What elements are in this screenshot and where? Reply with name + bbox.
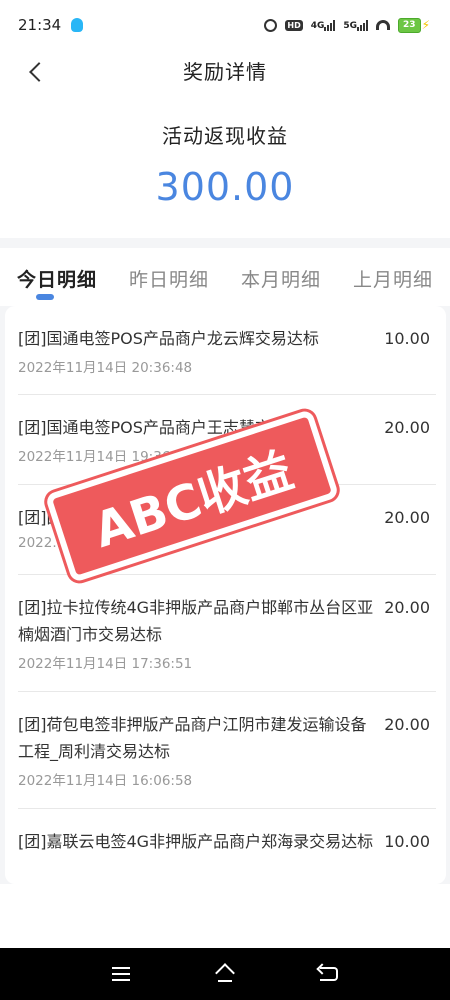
- tab-last-month[interactable]: 上月明细: [353, 265, 433, 292]
- record-amount: 10.00: [384, 832, 430, 851]
- list-item[interactable]: [团]荷包电签非押版产品商户江阴市建发运输设备工程_周利清交易达标 2022年1…: [18, 692, 436, 809]
- record-title: [团]国通电签POS产品商户龙云辉交易达标: [18, 329, 319, 348]
- record-amount: 10.00: [384, 329, 430, 348]
- record-amount: 20.00: [384, 715, 430, 734]
- summary-label: 活动返现收益: [162, 124, 288, 148]
- home-icon[interactable]: [215, 966, 235, 982]
- hd-icon: HD: [285, 19, 303, 31]
- chevron-left-icon: [29, 62, 49, 82]
- record-title: [团]嘉联云电签4G非押版产品商户郑海录交易达标: [18, 832, 374, 851]
- signal-5g-label: 5G: [343, 20, 358, 31]
- back-button[interactable]: [22, 58, 50, 86]
- back-icon[interactable]: [319, 967, 338, 981]
- nav-bar: 奖励详情: [0, 50, 450, 90]
- signal-5g-icon: 5G: [343, 19, 369, 31]
- status-right: HD 4G 5G 23 ⚡: [264, 17, 430, 33]
- battery-level: 23: [398, 17, 421, 33]
- record-amount: 20.00: [384, 508, 430, 527]
- status-bar: 21:34 HD 4G 5G 23 ⚡: [0, 0, 450, 50]
- records-list[interactable]: [团]国通电签POS产品商户龙云辉交易达标 2022年11月14日 20:36:…: [5, 306, 446, 884]
- list-item[interactable]: [团]拉卡拉传统4G非押版产品商户邯郸市丛台区亚楠烟酒门市交易达标 2022年1…: [18, 575, 436, 692]
- record-title: [团]国通电签POS产品商户王志慧交易达标: [18, 418, 319, 437]
- section-divider: [0, 238, 450, 248]
- signal-4g-icon: 4G: [310, 19, 336, 31]
- record-amount: 20.00: [384, 418, 430, 437]
- wifi-icon: [376, 20, 391, 30]
- tab-today[interactable]: 今日明细: [17, 265, 97, 292]
- list-item[interactable]: [团]嘉联云电签4G非押版产品商户郑海录交易达标 10.00: [18, 809, 436, 884]
- charging-icon: ⚡: [421, 18, 430, 32]
- signal-4g-label: 4G: [310, 20, 325, 31]
- summary-amount: 300.00: [155, 165, 295, 209]
- qq-notification-icon: [71, 18, 84, 32]
- record-time: 2022年11月14日 17:36:51: [18, 656, 193, 672]
- earnings-summary: 活动返现收益 300.00: [0, 120, 450, 209]
- status-time: 21:34: [18, 16, 62, 34]
- battery-icon: 23 ⚡: [398, 17, 430, 33]
- record-title: [团]荷包电签非押版产品商户江阴市建发运输设备工程_周利清交易达标: [18, 715, 367, 761]
- record-time: 2022年11月14日 20:36:48: [18, 360, 193, 376]
- system-nav-bar: [0, 948, 450, 1000]
- records-area: [团]国通电签POS产品商户龙云辉交易达标 2022年11月14日 20:36:…: [0, 306, 450, 884]
- alarm-icon: [264, 18, 278, 32]
- menu-icon[interactable]: [112, 967, 131, 981]
- page-title: 奖励详情: [183, 59, 267, 84]
- active-tab-indicator: [36, 294, 54, 300]
- tab-yesterday[interactable]: 昨日明细: [129, 265, 209, 292]
- tab-this-month[interactable]: 本月明细: [241, 265, 321, 292]
- record-time: 2022年11月14日 16:06:58: [18, 773, 193, 789]
- detail-tabs: 今日明细 昨日明细 本月明细 上月明细: [0, 252, 450, 304]
- record-amount: 20.00: [384, 598, 430, 617]
- record-title: [团]拉卡拉传统4G非押版产品商户邯郸市丛台区亚楠烟酒门市交易达标: [18, 598, 374, 644]
- status-left: 21:34: [18, 16, 84, 34]
- list-item[interactable]: [团]国通电签POS产品商户龙云辉交易达标 2022年11月14日 20:36:…: [18, 306, 436, 395]
